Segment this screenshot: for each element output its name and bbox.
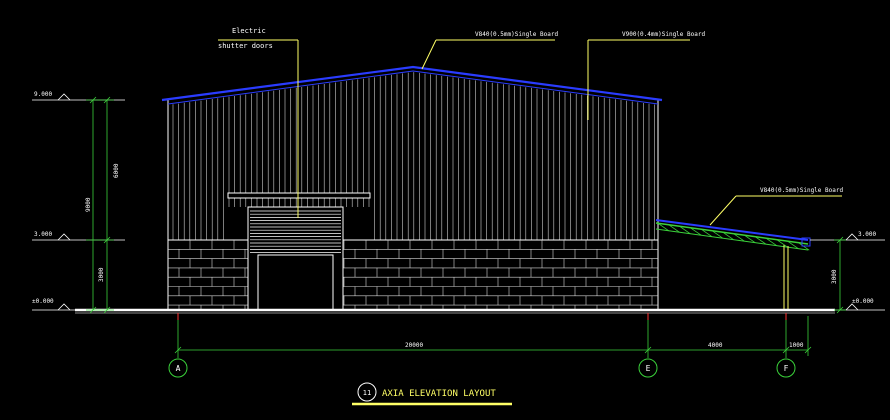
leader-wall-main — [587, 39, 690, 120]
elevation-drawing: 9.000 3.000 ±0.000 6000 9000 3000 3.000 … — [32, 27, 885, 406]
title-text: AXIA ELEVATION LAYOUT — [382, 389, 496, 399]
dim-left-lower: 3000 — [98, 267, 105, 282]
label-roof-canopy: V840(0.5mm)Single Board — [760, 187, 843, 194]
dim-left-upper: 6000 — [113, 163, 120, 178]
label-roof-main: V840(0.5mm)Single Board — [475, 31, 558, 38]
label-door-line2: shutter doors — [218, 42, 273, 50]
dim-right-height: 3000 — [831, 269, 838, 284]
level-right-ground: ±0.000 — [852, 298, 874, 305]
svg-text:A: A — [176, 364, 181, 373]
right-level-markers — [810, 233, 885, 311]
axis-bubble-F: F — [776, 358, 796, 378]
level-left-ground: ±0.000 — [32, 298, 54, 305]
shutter-door — [227, 192, 371, 311]
ground-line — [75, 308, 835, 314]
dim-span-E-F: 4000 — [708, 342, 723, 349]
level-right-mid: 3.000 — [858, 231, 876, 238]
axis-ticks — [177, 313, 787, 320]
horizontal-dimension-chain — [174, 316, 812, 358]
svg-text:E: E — [646, 364, 651, 373]
axis-bubble-E: E — [638, 358, 658, 378]
wall-outline — [167, 100, 659, 310]
level-left-top: 9.000 — [34, 91, 52, 98]
wall-cladding-lines — [172, 72, 655, 240]
canopy — [655, 219, 811, 310]
leader-door — [218, 39, 299, 218]
level-left-mid: 3.000 — [34, 231, 52, 238]
title-number: 11 — [363, 389, 371, 397]
dim-span-F-end: 1000 — [789, 342, 804, 349]
left-level-markers — [32, 93, 125, 311]
brick-base — [168, 240, 658, 311]
svg-text:F: F — [784, 364, 789, 373]
drawing-title: 11 AXIA ELEVATION LAYOUT — [352, 382, 512, 406]
axis-bubble-A: A — [168, 358, 188, 378]
leader-roof-main — [421, 39, 555, 70]
dim-span-A-E: 20000 — [405, 342, 423, 349]
main-roof — [161, 65, 663, 105]
dim-left-total: 9000 — [85, 197, 92, 212]
label-wall-main: V900(0.4mm)Single Board — [622, 31, 705, 38]
leader-roof-canopy — [709, 195, 842, 226]
label-door-line1: Electric — [232, 27, 266, 35]
